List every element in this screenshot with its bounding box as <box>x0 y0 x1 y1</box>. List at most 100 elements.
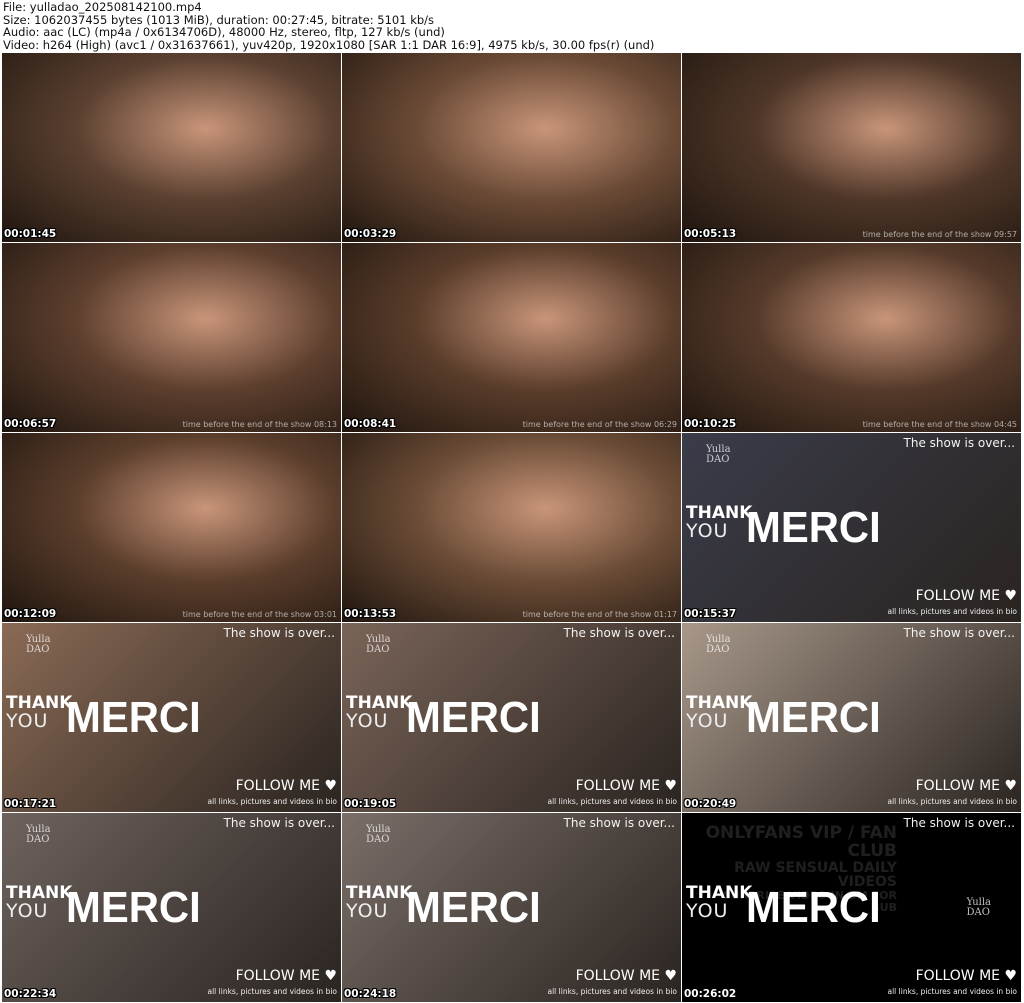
timestamp: 00:17:21 <box>4 798 57 810</box>
bio-text: all links, pictures and videos in bio <box>887 797 1018 806</box>
you-label: YOU <box>6 710 49 732</box>
timestamp: 00:01:45 <box>4 228 57 240</box>
you-label: YOU <box>6 900 49 922</box>
you-label: YOU <box>686 900 729 922</box>
countdown-label: time before the end of the show <box>182 420 312 429</box>
timestamp: 00:10:25 <box>684 418 737 430</box>
countdown-value: 03:01 <box>313 610 337 619</box>
logo-bottom: DAO <box>366 644 390 655</box>
yulla-dao-logo: Yulla DAO <box>26 825 51 845</box>
timestamp: 00:26:02 <box>684 988 737 1000</box>
video-thumbnail: 00:01:45 <box>2 53 342 243</box>
thank-you-text: THANK YOU <box>6 695 72 731</box>
video-thumbnail: The show is over... THANK YOU MERCI FOLLOW M… <box>342 813 682 1003</box>
logo-bottom: DAO <box>966 907 990 918</box>
timestamp: 00:19:05 <box>344 798 397 810</box>
video-thumbnail: The show is over... THANK YOU MERCI FOLLOW M… <box>682 433 1022 623</box>
you-label: YOU <box>686 710 729 732</box>
timestamp: 00:15:37 <box>684 608 737 620</box>
countdown-text: time before the end of the show 03:01 <box>183 610 337 619</box>
countdown-value: 09:57 <box>993 230 1017 239</box>
logo-bottom: DAO <box>706 644 730 655</box>
logo-bottom: DAO <box>706 454 730 465</box>
merci-text: MERCI <box>406 693 541 742</box>
countdown-label: time before the end of the show <box>522 420 652 429</box>
yulla-dao-logo: Yulla DAO <box>966 898 991 918</box>
timestamp: 00:06:57 <box>4 418 57 430</box>
countdown-label: time before the end of the show <box>862 420 992 429</box>
video-thumbnail: time before the end of the show 03:01 00:… <box>2 433 342 623</box>
timestamp: 00:12:09 <box>4 608 57 620</box>
yulla-dao-logo: Yulla DAO <box>366 825 391 845</box>
thank-you-text: THANK YOU <box>6 885 72 921</box>
countdown-value: 04:45 <box>993 420 1017 429</box>
timestamp: 00:13:53 <box>344 608 397 620</box>
merci-text: MERCI <box>66 883 201 932</box>
follow-me-text: FOLLOW ME ♥ <box>915 778 1017 794</box>
video-thumbnail: time before the end of the show 01:17 00:… <box>342 433 682 623</box>
countdown-label: time before the end of the show <box>862 230 992 239</box>
countdown-value: 01:17 <box>653 610 677 619</box>
video-thumbnail: time before the end of the show 04:45 00:… <box>682 243 1022 433</box>
video-thumbnail: The show is over... THANK YOU MERCI FOLLOW M… <box>2 813 342 1003</box>
merci-text: MERCI <box>746 883 881 932</box>
bio-text: all links, pictures and videos in bio <box>207 797 338 806</box>
thank-you-text: THANK YOU <box>686 885 752 921</box>
yulla-dao-logo: Yulla DAO <box>366 635 391 655</box>
show-over-text: The show is over... <box>903 436 1015 450</box>
video-thumbnail: 00:03:29 <box>342 53 682 243</box>
countdown-label: time before the end of the show <box>522 610 652 619</box>
merci-text: MERCI <box>746 693 881 742</box>
thank-you-text: THANK YOU <box>686 505 752 541</box>
video-info: Video: h264 (High) (avc1 / 0x31637661), … <box>3 37 655 52</box>
timestamp: 00:20:49 <box>684 798 737 810</box>
follow-me-text: FOLLOW ME ♥ <box>575 968 677 984</box>
thumbnail-grid: 00:01:45 00:03:29 time before the end of t… <box>2 53 1022 1003</box>
bio-text: all links, pictures and videos in bio <box>547 987 678 996</box>
show-over-text: The show is over... <box>223 626 335 640</box>
show-over-text: The show is over... <box>563 816 675 830</box>
bio-text: all links, pictures and videos in bio <box>547 797 678 806</box>
timestamp: 00:08:41 <box>344 418 397 430</box>
logo-bottom: DAO <box>26 644 50 655</box>
thank-you-text: THANK YOU <box>346 695 412 731</box>
yulla-dao-logo: Yulla DAO <box>26 635 51 655</box>
logo-bottom: DAO <box>26 834 50 845</box>
show-over-text: The show is over... <box>903 816 1015 830</box>
bio-text: all links, pictures and videos in bio <box>887 987 1018 996</box>
file-info: File: yulladao_202508142100.mp4 Size: 10… <box>3 1 654 51</box>
thank-you-text: THANK YOU <box>346 885 412 921</box>
follow-me-text: FOLLOW ME ♥ <box>235 968 337 984</box>
promo-line: ONLYFANS VIP / FAN CLUB <box>705 823 897 861</box>
file-name: File: yulladao_202508142100.mp4 <box>3 0 202 14</box>
merci-text: MERCI <box>406 883 541 932</box>
merci-text: MERCI <box>746 503 881 552</box>
countdown-text: time before the end of the show 01:17 <box>523 610 677 619</box>
audio-info: Audio: aac (LC) (mp4a / 0x6134706D), 480… <box>3 25 445 39</box>
countdown-text: time before the end of the show 06:29 <box>523 420 677 429</box>
timestamp: 00:24:18 <box>344 988 397 1000</box>
yulla-dao-logo: Yulla DAO <box>706 445 731 465</box>
video-thumbnail: The show is over... THANK YOU MERCI FOLLOW M… <box>2 623 342 813</box>
follow-me-text: FOLLOW ME ♥ <box>575 778 677 794</box>
bio-text: all links, pictures and videos in bio <box>207 987 338 996</box>
follow-me-text: FOLLOW ME ♥ <box>235 778 337 794</box>
merci-text: MERCI <box>66 693 201 742</box>
timestamp: 00:05:13 <box>684 228 737 240</box>
countdown-label: time before the end of the show <box>182 610 312 619</box>
countdown-text: time before the end of the show 04:45 <box>863 420 1017 429</box>
timestamp: 00:03:29 <box>344 228 397 240</box>
video-thumbnail: The show is over... THANK YOU MERCI FOLLOW M… <box>342 623 682 813</box>
timestamp: 00:22:34 <box>4 988 57 1000</box>
yulla-dao-logo: Yulla DAO <box>706 635 731 655</box>
you-label: YOU <box>686 520 729 542</box>
video-thumbnail: The show is over... THANK YOU MERCI FOLLOW M… <box>682 623 1022 813</box>
show-over-text: The show is over... <box>223 816 335 830</box>
logo-bottom: DAO <box>366 834 390 845</box>
thank-you-text: THANK YOU <box>686 695 752 731</box>
bio-text: all links, pictures and videos in bio <box>887 607 1018 616</box>
show-over-text: The show is over... <box>563 626 675 640</box>
countdown-value: 08:13 <box>313 420 337 429</box>
video-thumbnail: time before the end of the show 09:57 00:… <box>682 53 1022 243</box>
video-thumbnail: time before the end of the show 06:29 00:… <box>342 243 682 433</box>
